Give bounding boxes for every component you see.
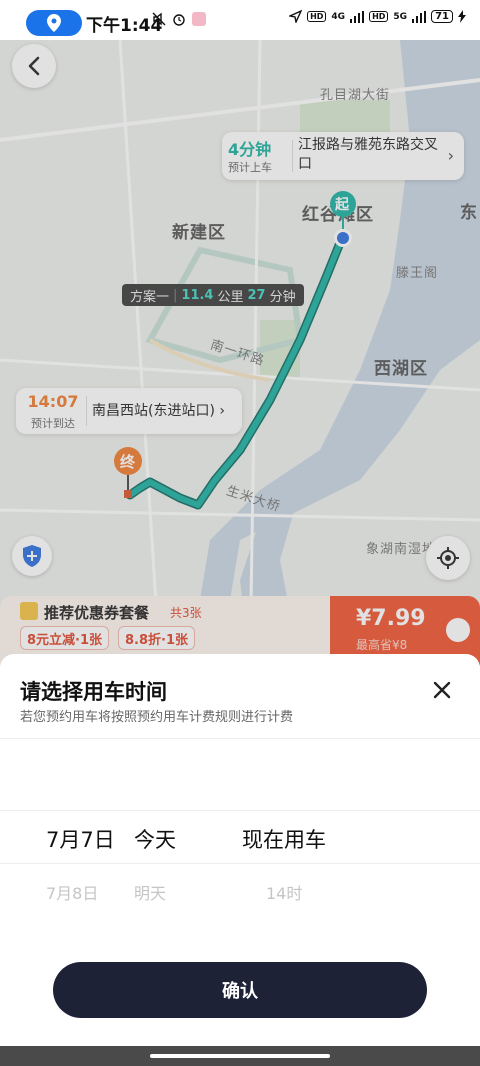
- network-4g: 4G: [331, 11, 346, 22]
- status-time: 下午1:44: [86, 16, 163, 36]
- end-marker: 终: [112, 446, 144, 506]
- hd-badge-2: HD: [369, 11, 389, 22]
- arrival-address: 南昌西站(东进站口) ›: [92, 403, 225, 419]
- picker-date-selected[interactable]: 7月7日: [46, 824, 115, 854]
- arrival-time: 14:07: [27, 392, 79, 411]
- map-label-xinjian: 新建区: [172, 223, 226, 243]
- app-notification-icon: [192, 12, 206, 26]
- chevron-right-icon: ›: [447, 146, 454, 165]
- coupon-price: ¥7.99: [356, 606, 426, 631]
- back-button[interactable]: [12, 44, 56, 88]
- picker-day-selected[interactable]: 今天: [134, 824, 176, 854]
- home-indicator[interactable]: [150, 1054, 330, 1058]
- arrival-sub: 预计到达: [31, 417, 75, 430]
- gps-arrow-icon: [289, 10, 303, 23]
- picker-time-next[interactable]: 14时: [266, 880, 302, 904]
- sheet-title: 请选择用车时间: [20, 680, 167, 704]
- coupon-save: 最高省¥8: [356, 638, 408, 652]
- coupon-title: 推荐优惠券套餐: [44, 604, 150, 622]
- status-icons-right: HD 4G HD 5G 71: [289, 10, 466, 23]
- location-pill[interactable]: [26, 10, 82, 36]
- pickup-address: 江报路与雅苑东路交叉口: [298, 137, 438, 172]
- time-picker-sheet: 请选择用车时间 若您预约用车将按照预约用车计费规则进行计费 7月7日 今天 现在…: [0, 654, 480, 1066]
- map-label-xihu: 西湖区: [374, 359, 428, 379]
- pickup-card[interactable]: 4分钟 预计上车 江报路与雅苑东路交叉口 ›: [222, 132, 464, 180]
- map-label-east: 东: [460, 203, 478, 223]
- gift-icon: [20, 602, 38, 620]
- arrival-divider: [86, 396, 87, 426]
- arrival-address-text: 南昌西站(东进站口): [92, 403, 215, 419]
- route-distance-value: 11.4: [181, 287, 214, 303]
- location-pin-icon: [47, 14, 61, 32]
- status-icons-left: [152, 12, 206, 26]
- network-5g: 5G: [393, 11, 408, 22]
- status-bar: 下午1:44 HD 4G HD 5G 71: [0, 0, 480, 40]
- picker-time-selected[interactable]: 现在用车: [242, 824, 326, 854]
- sheet-divider-top: [0, 738, 480, 739]
- picker-highlight-top: [0, 810, 480, 811]
- coupon-count: 共3张: [170, 606, 202, 620]
- coupon-tag-1: 8元立减·1张: [20, 626, 110, 650]
- route-distance-unit: 公里: [217, 289, 244, 305]
- mute-icon: [152, 12, 166, 26]
- coupon-tag-2: 8.8折·1张: [118, 626, 196, 650]
- chevron-left-icon: [28, 56, 40, 76]
- map-label-tengwang: 滕王阁: [396, 266, 439, 281]
- coupon-radio[interactable]: [446, 618, 470, 642]
- alarm-icon: [173, 14, 185, 26]
- pickup-sub: 预计上车: [228, 161, 272, 174]
- confirm-button[interactable]: 确认: [53, 962, 427, 1018]
- locate-button[interactable]: [426, 536, 470, 580]
- pickup-divider: [292, 140, 293, 172]
- picker-highlight-bottom: [0, 863, 480, 864]
- shield-plus-icon: [23, 545, 41, 567]
- route-duration-value: 27: [247, 287, 266, 303]
- hd-badge: HD: [307, 11, 327, 22]
- close-icon: [433, 681, 451, 699]
- battery-icon: 71: [431, 10, 453, 23]
- start-marker: 起: [329, 190, 357, 254]
- sheet-subtitle: 若您预约用车将按照预约用车计费规则进行计费: [20, 710, 294, 725]
- start-marker-label: 起: [335, 197, 349, 213]
- safety-button[interactable]: [12, 536, 52, 576]
- picker-date-next[interactable]: 7月8日: [46, 880, 98, 904]
- pickup-minutes: 4分钟: [228, 140, 272, 159]
- close-button[interactable]: [430, 678, 454, 702]
- crosshair-icon: [437, 547, 459, 569]
- signal-icon-2: [412, 10, 427, 23]
- route-duration-unit: 分钟: [269, 289, 296, 305]
- home-bar: [0, 1046, 480, 1066]
- map-label-street: 孔目湖大街: [320, 88, 391, 103]
- end-marker-label: 终: [120, 453, 136, 471]
- arrival-card[interactable]: 14:07 预计到达 南昌西站(东进站口) ›: [16, 388, 242, 434]
- charging-icon: [458, 10, 466, 23]
- signal-icon: [350, 10, 365, 23]
- route-plan: 方案一: [130, 289, 170, 305]
- picker-day-next[interactable]: 明天: [134, 880, 166, 904]
- route-chip: 方案一 | 11.4 公里 27 分钟: [122, 284, 304, 306]
